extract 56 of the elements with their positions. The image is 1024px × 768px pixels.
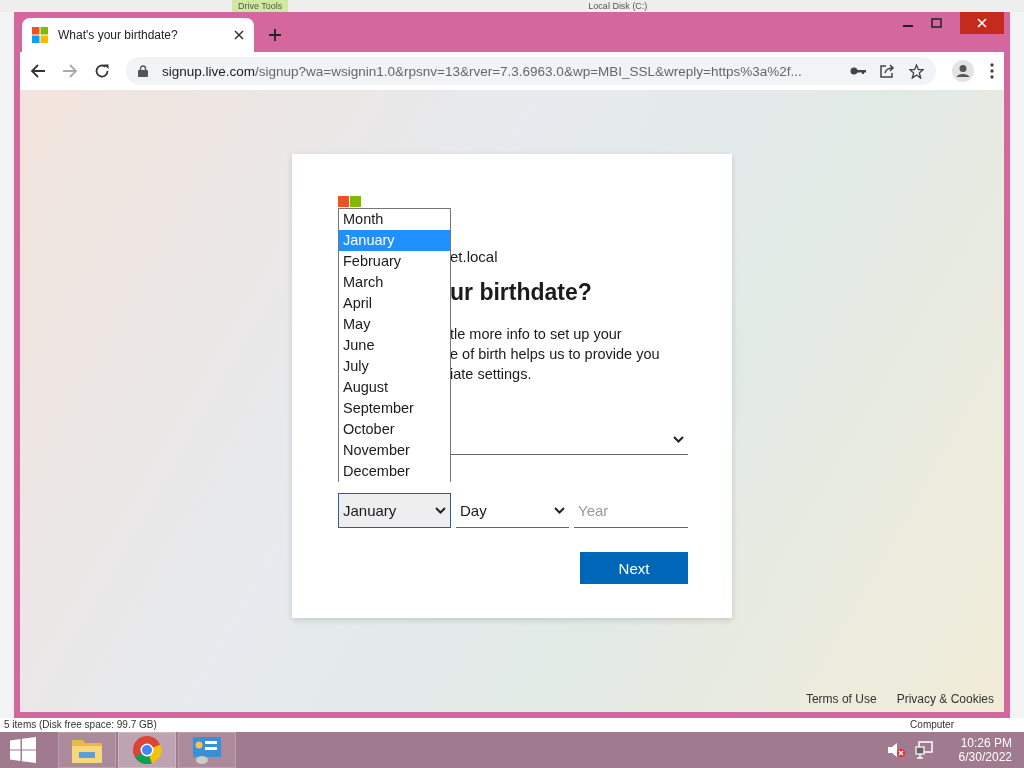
browser-tab[interactable]: What's your birthdate? — [22, 18, 254, 52]
clock-time[interactable]: 10:26 PM — [960, 736, 1012, 750]
maximize-icon[interactable] — [931, 18, 942, 28]
window-close-button[interactable] — [960, 12, 1004, 34]
taskbar-app[interactable] — [178, 732, 236, 768]
month-option[interactable]: March — [339, 272, 450, 293]
windows-logo-icon — [32, 27, 48, 43]
description-line: tle more info to set up your — [450, 325, 623, 344]
profile-icon[interactable] — [952, 60, 974, 82]
next-button[interactable]: Next — [580, 552, 688, 584]
chevron-icon — [673, 435, 684, 443]
key-icon[interactable] — [850, 66, 866, 76]
footer-link[interactable]: Terms of Use — [805, 692, 877, 706]
close-icon[interactable] — [234, 30, 244, 40]
chevron-icon — [554, 506, 565, 514]
reload-icon[interactable] — [94, 63, 110, 79]
logo-icon — [338, 196, 361, 207]
month-option[interactable]: April — [339, 293, 450, 314]
back-icon[interactable] — [30, 63, 46, 79]
network-icon[interactable] — [914, 741, 933, 759]
control-panel-icon — [191, 735, 223, 765]
month-option[interactable]: November — [339, 440, 450, 461]
month-option[interactable]: May — [339, 314, 450, 335]
status-text: 5 items (Disk free space: 99.7 GB) — [4, 718, 157, 732]
account-email: et.local — [450, 248, 499, 265]
taskbar-app[interactable] — [118, 732, 176, 768]
heading: ur birthdate? — [450, 279, 593, 306]
month-option[interactable]: July — [339, 356, 450, 377]
menu-icon[interactable] — [990, 63, 994, 79]
description-line: iate settings. — [450, 365, 533, 384]
window-title: Local Disk (C:) — [588, 1, 648, 11]
ribbon-tab[interactable]: Drive Tools — [232, 0, 289, 12]
month-select[interactable]: January — [338, 493, 451, 528]
start-icon[interactable] — [10, 737, 36, 763]
footer-link[interactable]: Privacy & Cookies — [896, 692, 994, 706]
lock-icon — [138, 65, 148, 77]
browser-icon — [132, 735, 162, 765]
clock-date[interactable]: 6/30/2022 — [958, 750, 1012, 764]
star-icon[interactable] — [909, 63, 924, 79]
month-option[interactable]: August — [339, 377, 450, 398]
month-option[interactable]: September — [339, 398, 450, 419]
close-icon — [977, 18, 987, 28]
day-select[interactable]: Day — [456, 493, 569, 528]
chevron-icon — [435, 507, 446, 514]
location-text: Computer — [910, 718, 954, 732]
month-option[interactable]: February — [339, 251, 450, 272]
muted-speaker-icon[interactable] — [886, 742, 905, 758]
month-option[interactable]: Month — [339, 209, 450, 230]
year-field[interactable]: Year — [574, 493, 688, 528]
month-option[interactable]: December — [339, 461, 450, 482]
share-icon[interactable] — [880, 64, 895, 78]
description-line: e of birth helps us to provide you — [450, 345, 661, 364]
new-tab-icon[interactable] — [268, 28, 282, 42]
month-option[interactable]: June — [339, 335, 450, 356]
address-bar[interactable]: signup.live.com/signup?wa=wsignin1.0&rpsnv=13&rver=7.3.6963.0&wp=MBI_SSL&wreply=https%3a%2f... — [126, 57, 936, 85]
month-option[interactable]: October — [339, 419, 450, 440]
